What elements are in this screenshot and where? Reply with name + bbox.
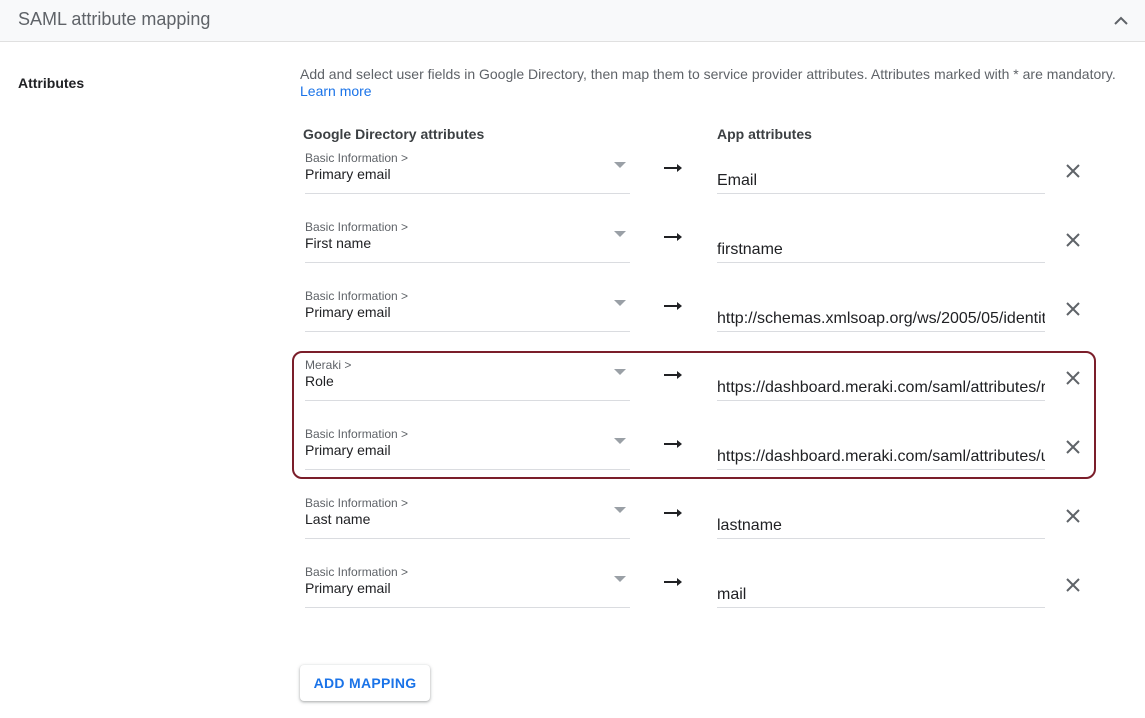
- remove-mapping-button[interactable]: [1063, 230, 1083, 250]
- attribute-field: Primary email: [305, 580, 391, 596]
- remove-mapping-button[interactable]: [1063, 161, 1083, 181]
- attributes-description: Add and select user fields in Google Dir…: [300, 66, 1130, 100]
- directory-attribute-select[interactable]: Basic Information > Primary email: [305, 562, 630, 608]
- app-attribute-input[interactable]: [717, 294, 1045, 332]
- arrow-right-icon: [664, 164, 682, 172]
- mapping-row: Basic Information > Last name: [0, 493, 1145, 562]
- directory-attributes-header: Google Directory attributes: [303, 126, 485, 142]
- directory-attribute-select[interactable]: Basic Information > Primary email: [305, 286, 630, 332]
- app-attributes-header: App attributes: [717, 126, 812, 142]
- remove-mapping-button[interactable]: [1063, 299, 1083, 319]
- attribute-field: First name: [305, 235, 372, 251]
- attribute-field: Last name: [305, 511, 371, 527]
- arrow-right-icon: [664, 233, 682, 241]
- attribute-field: Primary email: [305, 304, 391, 320]
- collapse-button[interactable]: [1109, 8, 1133, 32]
- app-attribute-input[interactable]: [717, 570, 1045, 608]
- arrow-right-icon: [664, 509, 682, 517]
- section-title: SAML attribute mapping: [18, 9, 211, 29]
- mapping-row: Basic Information > Primary email: [0, 148, 1145, 217]
- attribute-category: Basic Information >: [305, 289, 409, 303]
- close-icon: [1066, 164, 1080, 178]
- remove-mapping-button[interactable]: [1063, 575, 1083, 595]
- close-icon: [1066, 578, 1080, 592]
- dropdown-caret-icon: [614, 507, 626, 513]
- attribute-field: Primary email: [305, 166, 391, 182]
- close-icon: [1066, 509, 1080, 523]
- directory-attribute-select[interactable]: Basic Information > Primary email: [305, 148, 630, 194]
- arrow-right-icon: [664, 302, 682, 310]
- description-text: Add and select user fields in Google Dir…: [300, 66, 1116, 82]
- attribute-category: Basic Information >: [305, 496, 409, 510]
- attribute-category: Basic Information >: [305, 151, 409, 165]
- directory-attribute-select[interactable]: Basic Information > First name: [305, 217, 630, 263]
- attributes-label: Attributes: [18, 75, 85, 91]
- section-header: SAML attribute mapping: [0, 0, 1145, 42]
- chevron-up-icon: [1114, 16, 1128, 25]
- mapping-row: Basic Information > Primary email: [0, 562, 1145, 631]
- attribute-category: Basic Information >: [305, 565, 409, 579]
- add-mapping-button[interactable]: ADD MAPPING: [300, 665, 430, 701]
- close-icon: [1066, 302, 1080, 316]
- attribute-category: Basic Information >: [305, 220, 409, 234]
- mapping-row: Basic Information > First name: [0, 217, 1145, 286]
- app-attribute-input[interactable]: [717, 501, 1045, 539]
- highlight-annotation: [292, 351, 1096, 479]
- app-attribute-input[interactable]: [717, 225, 1045, 263]
- dropdown-caret-icon: [614, 300, 626, 306]
- dropdown-caret-icon: [614, 231, 626, 237]
- mapping-row: Basic Information > Primary email: [0, 286, 1145, 355]
- arrow-right-icon: [664, 578, 682, 586]
- close-icon: [1066, 233, 1080, 247]
- directory-attribute-select[interactable]: Basic Information > Last name: [305, 493, 630, 539]
- learn-more-link[interactable]: Learn more: [300, 83, 372, 99]
- dropdown-caret-icon: [614, 576, 626, 582]
- remove-mapping-button[interactable]: [1063, 506, 1083, 526]
- dropdown-caret-icon: [614, 162, 626, 168]
- app-attribute-input[interactable]: [717, 156, 1045, 194]
